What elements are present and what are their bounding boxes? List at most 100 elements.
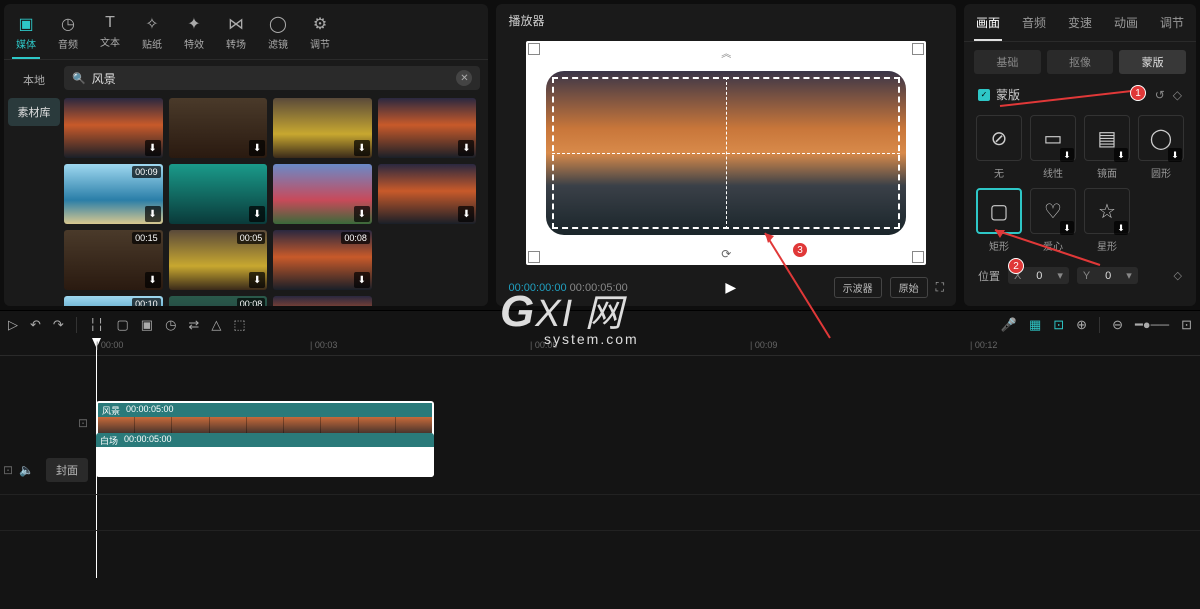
rotate-handle-icon[interactable]: ⟳: [721, 247, 731, 261]
download-icon[interactable]: ⬇: [354, 272, 370, 288]
ratio-button[interactable]: 原始: [890, 277, 928, 298]
download-icon[interactable]: ⬇: [458, 206, 474, 222]
download-icon[interactable]: ⬇: [1060, 221, 1074, 235]
zoom-slider[interactable]: ━●──: [1135, 317, 1169, 333]
download-icon[interactable]: ⬇: [1114, 221, 1128, 235]
clear-search-button[interactable]: ✕: [456, 70, 472, 86]
media-side-1[interactable]: 素材库: [8, 98, 60, 126]
mask-type-2[interactable]: ▤⬇镜面: [1084, 115, 1130, 180]
tab-icon: ◷: [61, 14, 75, 34]
media-thumb[interactable]: ⬇: [273, 98, 372, 158]
tab-icon: ⋈: [228, 14, 244, 34]
zoom-out-button[interactable]: ⊖: [1112, 317, 1123, 333]
timeline[interactable]: | 00:00| 00:03| 00:06| 00:09| 00:12 ⊡ 风景…: [0, 338, 1200, 609]
download-icon[interactable]: ⬇: [1114, 148, 1128, 162]
top-tab-6[interactable]: ◯滤镜: [264, 10, 292, 59]
mask-enable-checkbox[interactable]: ✓: [978, 89, 990, 101]
media-thumb[interactable]: ⬇: [378, 98, 477, 158]
media-thumb[interactable]: ⬇: [378, 164, 477, 224]
mask-type-1[interactable]: ▭⬇线性: [1030, 115, 1076, 180]
align-button[interactable]: ⊕: [1076, 317, 1087, 333]
props-tab-4[interactable]: 调节: [1158, 10, 1186, 41]
download-icon[interactable]: ⬇: [249, 206, 265, 222]
props-subtab-1[interactable]: 抠像: [1047, 50, 1114, 74]
media-thumb[interactable]: ⬇: [169, 98, 268, 158]
media-thumb[interactable]: 00:05⬇: [169, 230, 268, 290]
props-subtab-0[interactable]: 基础: [974, 50, 1041, 74]
download-icon[interactable]: ⬇: [354, 140, 370, 156]
white-clip[interactable]: 白场00:00:05:00: [96, 433, 434, 477]
mask-type-4[interactable]: ▢矩形: [976, 188, 1022, 253]
snap-toggle-button[interactable]: ▦: [1029, 317, 1041, 333]
download-icon[interactable]: ⬇: [249, 272, 265, 288]
media-thumb[interactable]: ⬇: [169, 164, 268, 224]
timeline-ruler[interactable]: | 00:00| 00:03| 00:06| 00:09| 00:12: [0, 338, 1200, 356]
canvas-content[interactable]: [546, 71, 906, 235]
mask-type-6[interactable]: ☆⬇星形: [1084, 188, 1130, 253]
redo-button[interactable]: ↷: [53, 317, 64, 333]
search-input[interactable]: [92, 71, 457, 85]
play-button[interactable]: ▶: [725, 279, 736, 296]
zoom-fit-button[interactable]: ⊡: [1181, 317, 1192, 333]
delete-button[interactable]: ▢: [116, 317, 128, 333]
mirror-button[interactable]: △: [211, 317, 221, 333]
top-tab-1[interactable]: ◷音频: [54, 10, 82, 59]
mic-button[interactable]: 🎤: [1001, 317, 1017, 333]
reverse-button[interactable]: ⇄: [188, 317, 199, 333]
canvas-frame[interactable]: ︽ ⟳: [526, 41, 926, 265]
freeze-button[interactable]: ▣: [141, 317, 153, 333]
mask-type-3[interactable]: ◯⬇圆形: [1138, 115, 1184, 180]
props-tab-1[interactable]: 音频: [1020, 10, 1048, 41]
preview-stage[interactable]: ︽ ⟳: [496, 37, 956, 269]
props-tab-2[interactable]: 变速: [1066, 10, 1094, 41]
tab-icon: ✧: [145, 14, 158, 34]
mask-type-label: 镜面: [1097, 165, 1117, 180]
media-side-0[interactable]: 本地: [8, 66, 60, 94]
top-tab-7[interactable]: ⚙调节: [306, 10, 334, 59]
cover-button[interactable]: 封面: [46, 458, 88, 482]
speed-button[interactable]: ◷: [165, 317, 176, 333]
media-thumb[interactable]: 00:08⬇: [169, 296, 268, 306]
reset-icon[interactable]: ↺: [1155, 88, 1165, 102]
download-icon[interactable]: ⬇: [1060, 148, 1074, 162]
props-subtab-2[interactable]: 蒙版: [1119, 50, 1186, 74]
top-tab-2[interactable]: T文本: [96, 10, 124, 59]
media-thumb[interactable]: ⬇: [273, 296, 372, 306]
annotation-badge-1: 1: [1130, 85, 1146, 101]
top-tab-5[interactable]: ⋈转场: [222, 10, 250, 59]
media-thumb[interactable]: 00:08⬇: [273, 230, 372, 290]
media-thumb[interactable]: 00:10⬇: [64, 296, 163, 306]
top-tab-3[interactable]: ✧贴纸: [138, 10, 166, 59]
track-mute-icon[interactable]: 🔈: [19, 463, 34, 477]
props-tab-0[interactable]: 画面: [974, 10, 1002, 41]
scope-button[interactable]: 示波器: [834, 277, 882, 298]
collapse-handle-icon[interactable]: ︽: [721, 45, 731, 60]
position-y-field[interactable]: Y▾: [1077, 267, 1138, 284]
track-lock-icon[interactable]: ⊡: [78, 416, 88, 430]
download-icon[interactable]: ⬇: [354, 206, 370, 222]
download-icon[interactable]: ⬇: [249, 140, 265, 156]
crop-button[interactable]: ⬚: [233, 317, 245, 333]
download-icon[interactable]: ⬇: [145, 140, 161, 156]
mask-type-0[interactable]: ⊘无: [976, 115, 1022, 180]
download-icon[interactable]: ⬇: [458, 140, 474, 156]
track-lock-icon[interactable]: ⊡: [3, 463, 13, 477]
fullscreen-button[interactable]: ⛶: [936, 280, 944, 295]
undo-button[interactable]: ↶: [30, 317, 41, 333]
mask-type-5[interactable]: ♡⬇爱心: [1030, 188, 1076, 253]
download-icon[interactable]: ⬇: [145, 206, 161, 222]
download-icon[interactable]: ⬇: [1168, 148, 1182, 162]
split-button[interactable]: ╎╎: [89, 317, 105, 333]
media-thumb[interactable]: 00:09⬇: [64, 164, 163, 224]
top-tab-4[interactable]: ✦特效: [180, 10, 208, 59]
pointer-tool-button[interactable]: ▷: [8, 317, 18, 333]
media-thumb[interactable]: 00:15⬇: [64, 230, 163, 290]
keyframe-icon[interactable]: ◇: [1173, 88, 1182, 102]
props-tab-3[interactable]: 动画: [1112, 10, 1140, 41]
download-icon[interactable]: ⬇: [145, 272, 161, 288]
media-thumb[interactable]: ⬇: [273, 164, 372, 224]
media-thumb[interactable]: ⬇: [64, 98, 163, 158]
link-toggle-button[interactable]: ⊡: [1053, 317, 1064, 333]
top-tab-0[interactable]: ▣媒体: [12, 10, 40, 59]
position-keyframe-icon[interactable]: ◇: [1174, 269, 1182, 282]
